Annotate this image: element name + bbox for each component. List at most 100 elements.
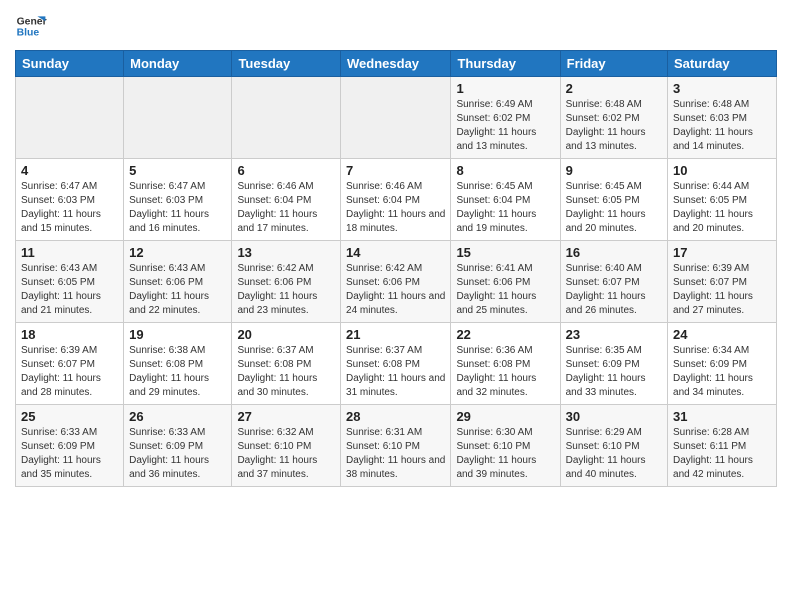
calendar-cell: 12Sunrise: 6:43 AM Sunset: 6:06 PM Dayli… bbox=[124, 241, 232, 323]
day-number: 11 bbox=[21, 245, 118, 260]
calendar-cell: 13 Sunrise: 6:42 AM Sunset: 6:06 PM Dayli… bbox=[232, 241, 341, 323]
day-info: Sunrise: 6:32 AM Sunset: 6:10 PM Dayligh… bbox=[237, 426, 335, 482]
calendar-cell: 10 Sunrise: 6:44 AM Sunset: 6:05 PM Dayli… bbox=[668, 159, 777, 241]
day-info: Sunrise: 6:43 AM Sunset: 6:05 PM Dayligh… bbox=[21, 262, 118, 318]
weekday-header-wednesday: Wednesday bbox=[341, 51, 451, 77]
day-number: 1 bbox=[456, 81, 554, 96]
weekday-header-sunday: Sunday bbox=[16, 51, 124, 77]
svg-text:Blue: Blue bbox=[17, 28, 40, 39]
day-number: 14 bbox=[346, 245, 445, 260]
day-number: 9 bbox=[566, 163, 662, 178]
weekday-header-saturday: Saturday bbox=[668, 51, 777, 77]
day-info: Sunrise: 6:40 AM Sunset: 6:07 PM Dayligh… bbox=[566, 262, 662, 318]
calendar-week-2: 4 Sunrise: 6:47 AM Sunset: 6:03 PM Daylig… bbox=[16, 159, 777, 241]
day-number: 25 bbox=[21, 409, 118, 424]
day-info: Sunrise: 6:49 AM Sunset: 6:02 PM Dayligh… bbox=[456, 98, 554, 154]
page: General Blue SundayMondayTuesdayWednesda… bbox=[0, 0, 792, 502]
calendar-cell: 24 Sunrise: 6:34 AM Sunset: 6:09 PM Dayli… bbox=[668, 323, 777, 405]
day-number: 24 bbox=[673, 327, 771, 342]
day-info: Sunrise: 6:42 AM Sunset: 6:06 PM Dayligh… bbox=[237, 262, 335, 318]
calendar-cell: 28 Sunrise: 6:31 AM Sunset: 6:10 PM Dayli… bbox=[341, 405, 451, 487]
day-info: Sunrise: 6:45 AM Sunset: 6:05 PM Dayligh… bbox=[566, 180, 662, 236]
day-number: 30 bbox=[566, 409, 662, 424]
calendar-cell: 31 Sunrise: 6:28 AM Sunset: 6:11 PM Dayli… bbox=[668, 405, 777, 487]
day-info: Sunrise: 6:33 AM Sunset: 6:09 PM Dayligh… bbox=[129, 426, 226, 482]
day-info: Sunrise: 6:37 AM Sunset: 6:08 PM Dayligh… bbox=[237, 344, 335, 400]
header: General Blue bbox=[15, 10, 777, 42]
day-number: 3 bbox=[673, 81, 771, 96]
day-number: 27 bbox=[237, 409, 335, 424]
day-number: 2 bbox=[566, 81, 662, 96]
calendar-cell: 16Sunrise: 6:40 AM Sunset: 6:07 PM Dayli… bbox=[560, 241, 667, 323]
logo: General Blue bbox=[15, 10, 47, 42]
day-number: 17 bbox=[673, 245, 771, 260]
calendar-cell: 17 Sunrise: 6:39 AM Sunset: 6:07 PM Dayli… bbox=[668, 241, 777, 323]
day-number: 6 bbox=[237, 163, 335, 178]
day-info: Sunrise: 6:37 AM Sunset: 6:08 PM Dayligh… bbox=[346, 344, 445, 400]
calendar-cell: 19Sunrise: 6:38 AM Sunset: 6:08 PM Dayli… bbox=[124, 323, 232, 405]
day-info: Sunrise: 6:35 AM Sunset: 6:09 PM Dayligh… bbox=[566, 344, 662, 400]
calendar-week-1: 1 Sunrise: 6:49 AM Sunset: 6:02 PM Daylig… bbox=[16, 77, 777, 159]
calendar-cell bbox=[341, 77, 451, 159]
day-info: Sunrise: 6:48 AM Sunset: 6:02 PM Dayligh… bbox=[566, 98, 662, 154]
day-info: Sunrise: 6:36 AM Sunset: 6:08 PM Dayligh… bbox=[456, 344, 554, 400]
day-number: 31 bbox=[673, 409, 771, 424]
calendar-cell: 26Sunrise: 6:33 AM Sunset: 6:09 PM Dayli… bbox=[124, 405, 232, 487]
day-number: 13 bbox=[237, 245, 335, 260]
day-number: 19 bbox=[129, 327, 226, 342]
calendar-cell: 21 Sunrise: 6:37 AM Sunset: 6:08 PM Dayli… bbox=[341, 323, 451, 405]
calendar-week-5: 25 Sunrise: 6:33 AM Sunset: 6:09 PM Dayli… bbox=[16, 405, 777, 487]
calendar-cell bbox=[232, 77, 341, 159]
calendar-cell: 6 Sunrise: 6:46 AM Sunset: 6:04 PM Daylig… bbox=[232, 159, 341, 241]
day-info: Sunrise: 6:46 AM Sunset: 6:04 PM Dayligh… bbox=[237, 180, 335, 236]
logo-icon: General Blue bbox=[15, 10, 47, 42]
day-info: Sunrise: 6:28 AM Sunset: 6:11 PM Dayligh… bbox=[673, 426, 771, 482]
day-info: Sunrise: 6:39 AM Sunset: 6:07 PM Dayligh… bbox=[673, 262, 771, 318]
calendar-cell bbox=[124, 77, 232, 159]
day-info: Sunrise: 6:31 AM Sunset: 6:10 PM Dayligh… bbox=[346, 426, 445, 482]
weekday-header-row: SundayMondayTuesdayWednesdayThursdayFrid… bbox=[16, 51, 777, 77]
day-info: Sunrise: 6:30 AM Sunset: 6:10 PM Dayligh… bbox=[456, 426, 554, 482]
calendar-cell: 5 Sunrise: 6:47 AM Sunset: 6:03 PM Daylig… bbox=[124, 159, 232, 241]
calendar-cell: 18Sunrise: 6:39 AM Sunset: 6:07 PM Dayli… bbox=[16, 323, 124, 405]
calendar-cell: 4 Sunrise: 6:47 AM Sunset: 6:03 PM Daylig… bbox=[16, 159, 124, 241]
day-info: Sunrise: 6:29 AM Sunset: 6:10 PM Dayligh… bbox=[566, 426, 662, 482]
day-number: 23 bbox=[566, 327, 662, 342]
day-number: 20 bbox=[237, 327, 335, 342]
calendar-week-3: 11 Sunrise: 6:43 AM Sunset: 6:05 PM Dayli… bbox=[16, 241, 777, 323]
calendar-cell: 27 Sunrise: 6:32 AM Sunset: 6:10 PM Dayli… bbox=[232, 405, 341, 487]
day-number: 28 bbox=[346, 409, 445, 424]
day-info: Sunrise: 6:46 AM Sunset: 6:04 PM Dayligh… bbox=[346, 180, 445, 236]
calendar-cell: 29 Sunrise: 6:30 AM Sunset: 6:10 PM Dayli… bbox=[451, 405, 560, 487]
day-info: Sunrise: 6:47 AM Sunset: 6:03 PM Dayligh… bbox=[21, 180, 118, 236]
day-info: Sunrise: 6:45 AM Sunset: 6:04 PM Dayligh… bbox=[456, 180, 554, 236]
day-number: 7 bbox=[346, 163, 445, 178]
calendar-cell: 30 Sunrise: 6:29 AM Sunset: 6:10 PM Dayli… bbox=[560, 405, 667, 487]
calendar-cell bbox=[16, 77, 124, 159]
day-info: Sunrise: 6:33 AM Sunset: 6:09 PM Dayligh… bbox=[21, 426, 118, 482]
weekday-header-thursday: Thursday bbox=[451, 51, 560, 77]
day-number: 5 bbox=[129, 163, 226, 178]
day-number: 29 bbox=[456, 409, 554, 424]
day-number: 10 bbox=[673, 163, 771, 178]
day-number: 12 bbox=[129, 245, 226, 260]
calendar-cell: 8 Sunrise: 6:45 AM Sunset: 6:04 PM Daylig… bbox=[451, 159, 560, 241]
calendar-cell: 11 Sunrise: 6:43 AM Sunset: 6:05 PM Dayli… bbox=[16, 241, 124, 323]
calendar-cell: 23 Sunrise: 6:35 AM Sunset: 6:09 PM Dayli… bbox=[560, 323, 667, 405]
day-number: 21 bbox=[346, 327, 445, 342]
day-info: Sunrise: 6:34 AM Sunset: 6:09 PM Dayligh… bbox=[673, 344, 771, 400]
day-number: 8 bbox=[456, 163, 554, 178]
day-number: 18 bbox=[21, 327, 118, 342]
calendar-cell: 14Sunrise: 6:42 AM Sunset: 6:06 PM Dayli… bbox=[341, 241, 451, 323]
calendar-cell: 22Sunrise: 6:36 AM Sunset: 6:08 PM Dayli… bbox=[451, 323, 560, 405]
calendar-cell: 3 Sunrise: 6:48 AM Sunset: 6:03 PM Daylig… bbox=[668, 77, 777, 159]
day-info: Sunrise: 6:48 AM Sunset: 6:03 PM Dayligh… bbox=[673, 98, 771, 154]
calendar-cell: 9 Sunrise: 6:45 AM Sunset: 6:05 PM Daylig… bbox=[560, 159, 667, 241]
day-info: Sunrise: 6:44 AM Sunset: 6:05 PM Dayligh… bbox=[673, 180, 771, 236]
weekday-header-friday: Friday bbox=[560, 51, 667, 77]
day-number: 4 bbox=[21, 163, 118, 178]
calendar-table: SundayMondayTuesdayWednesdayThursdayFrid… bbox=[15, 50, 777, 487]
weekday-header-monday: Monday bbox=[124, 51, 232, 77]
day-info: Sunrise: 6:47 AM Sunset: 6:03 PM Dayligh… bbox=[129, 180, 226, 236]
calendar-week-4: 18Sunrise: 6:39 AM Sunset: 6:07 PM Dayli… bbox=[16, 323, 777, 405]
